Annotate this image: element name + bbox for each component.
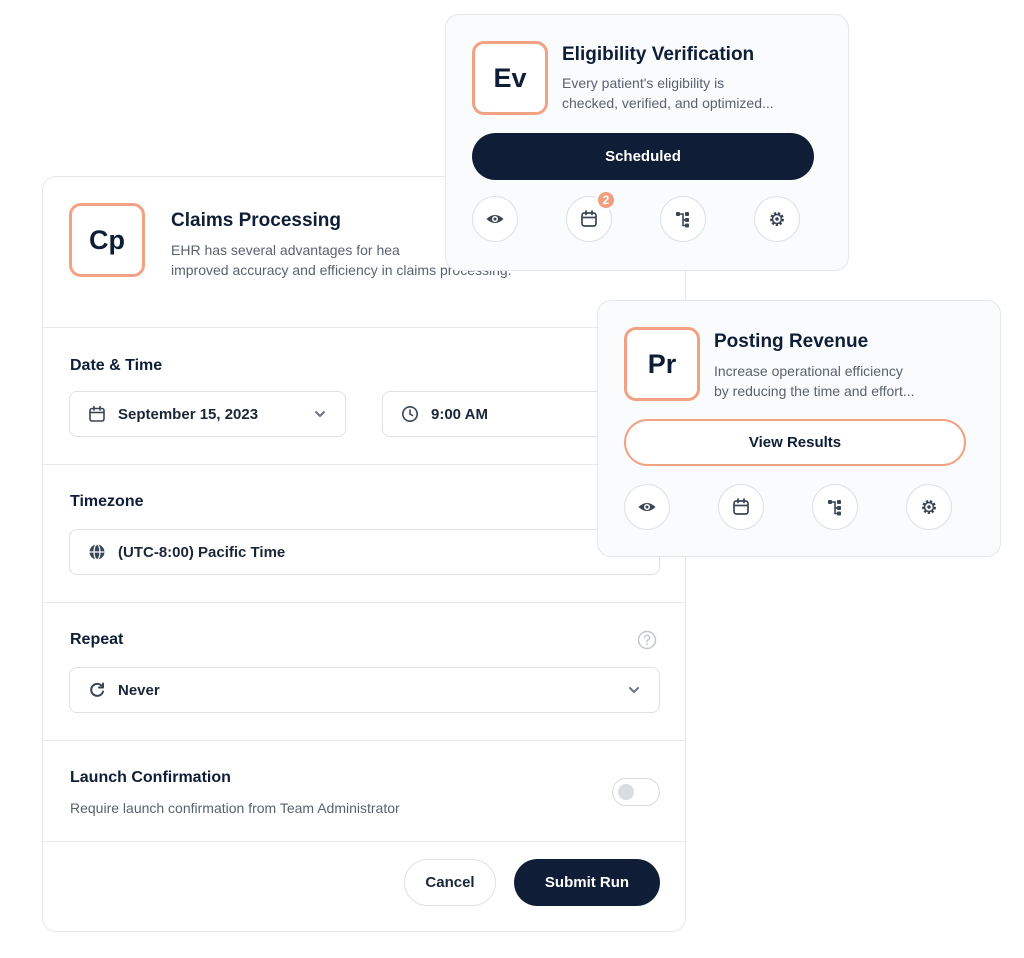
gear-icon[interactable] xyxy=(906,484,952,530)
launch-confirmation-toggle[interactable] xyxy=(612,778,660,806)
repeat-value: Never xyxy=(118,681,160,699)
posting-revenue-card: Pr Posting Revenue Increase operational … xyxy=(597,300,1001,557)
help-icon[interactable] xyxy=(637,630,657,650)
eligibility-title: Eligibility Verification xyxy=(562,44,755,65)
posting-monogram: Pr xyxy=(624,327,700,401)
submit-run-button[interactable]: Submit Run xyxy=(514,859,660,906)
timezone-label: Timezone xyxy=(70,493,144,510)
eligibility-desc-line2: checked, verified, and optimized... xyxy=(562,95,774,111)
chevron-down-icon xyxy=(313,407,327,421)
claims-processing-card: Cp Claims Processing EHR has several adv… xyxy=(42,176,686,932)
eye-icon[interactable] xyxy=(624,484,670,530)
posting-title: Posting Revenue xyxy=(714,331,869,352)
chevron-down-icon xyxy=(627,683,641,697)
date-picker[interactable]: September 15, 2023 xyxy=(69,391,346,437)
repeat-label: Repeat xyxy=(70,631,124,648)
clock-icon xyxy=(401,405,419,423)
divider xyxy=(43,740,685,741)
divider xyxy=(43,327,685,328)
calendar-icon[interactable]: 2 xyxy=(566,190,616,242)
workflow-icon[interactable] xyxy=(812,484,858,530)
date-time-label: Date & Time xyxy=(70,357,163,374)
claims-monogram: Cp xyxy=(69,203,145,277)
calendar-icon xyxy=(88,405,106,423)
launch-confirmation-desc: Require launch confirmation from Team Ad… xyxy=(70,800,400,816)
toggle-knob xyxy=(618,784,634,800)
scheduled-button[interactable]: Scheduled xyxy=(472,133,814,180)
claims-desc-line1: EHR has several advantages for hea xyxy=(171,242,400,258)
launch-confirmation-label: Launch Confirmation xyxy=(70,769,231,786)
claims-title: Claims Processing xyxy=(171,210,342,231)
eligibility-monogram: Ev xyxy=(472,41,548,115)
date-value: September 15, 2023 xyxy=(118,405,259,423)
timezone-select[interactable]: (UTC-8:00) Pacific Time xyxy=(69,529,660,575)
eligibility-verification-card: Ev Eligibility Verification Every patien… xyxy=(445,14,849,271)
calendar-icon[interactable] xyxy=(718,484,764,530)
timezone-value: (UTC-8:00) Pacific Time xyxy=(118,543,286,561)
view-results-button[interactable]: View Results xyxy=(624,419,966,466)
eligibility-desc-line1: Every patient's eligibility is xyxy=(562,75,725,91)
repeat-select[interactable]: Never xyxy=(69,667,660,713)
gear-icon[interactable] xyxy=(754,196,800,242)
eye-icon[interactable] xyxy=(472,196,518,242)
notification-badge: 2 xyxy=(596,190,616,210)
workflow-icon[interactable] xyxy=(660,196,706,242)
divider xyxy=(43,464,685,465)
posting-desc-line1: Increase operational efficiency xyxy=(714,363,903,379)
cancel-button[interactable]: Cancel xyxy=(404,859,496,906)
divider xyxy=(43,602,685,603)
divider xyxy=(43,841,685,842)
posting-desc-line2: by reducing the time and effort... xyxy=(714,383,915,399)
time-value: 9:00 AM xyxy=(431,405,488,423)
globe-icon xyxy=(88,543,106,561)
refresh-icon xyxy=(88,681,106,699)
